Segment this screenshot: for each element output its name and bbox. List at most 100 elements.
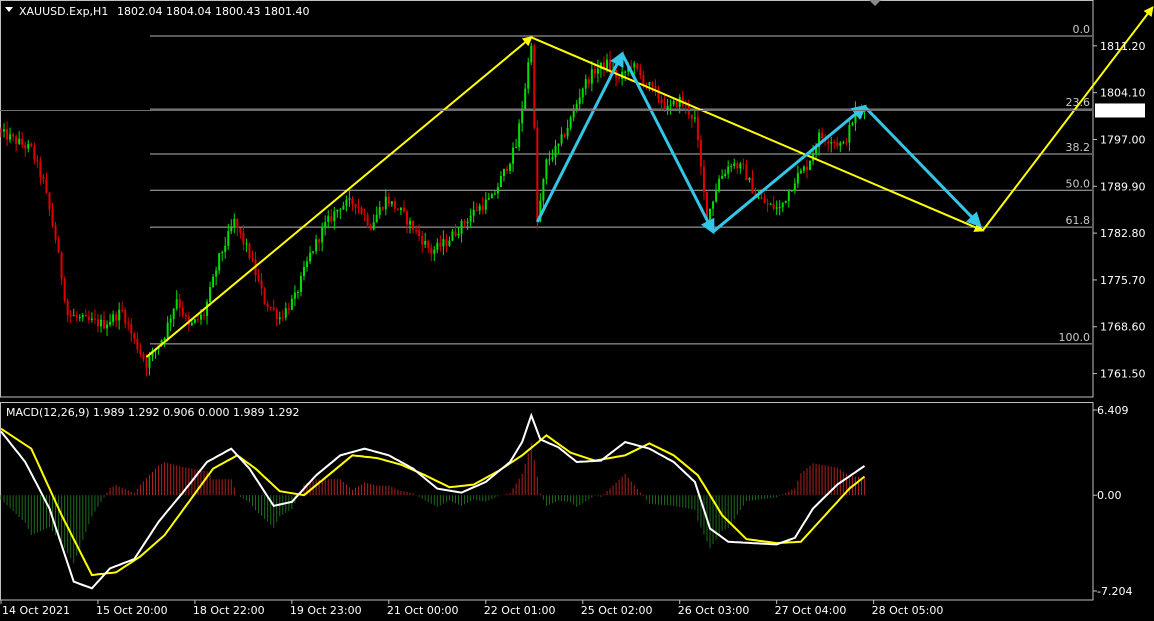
candle-body [190, 322, 193, 326]
candle-body [742, 163, 745, 165]
candle-body [472, 209, 475, 216]
candle-body [836, 142, 839, 146]
candle-body [84, 314, 87, 317]
candle-body [303, 267, 305, 277]
candle-body [718, 178, 721, 192]
time-tick-label: 21 Oct 00:00 [387, 604, 459, 617]
candle-body [666, 105, 669, 110]
candle-body [166, 322, 169, 338]
candle-body [60, 252, 63, 279]
candle-body [548, 159, 551, 161]
candle-body [133, 333, 136, 339]
candle-body [533, 45, 536, 128]
price-tick-label: 1797.00 [1100, 133, 1146, 146]
candle-body [396, 208, 399, 211]
candle-body [6, 129, 9, 140]
candle-body [596, 68, 599, 74]
candle-body [360, 207, 363, 214]
time-tick-label: 28 Oct 05:00 [872, 604, 944, 617]
candle-body [827, 141, 830, 144]
candle-body [75, 315, 78, 317]
candle-body [509, 163, 512, 171]
candle-body [566, 127, 569, 137]
candle-body [657, 88, 660, 100]
candle-body [72, 315, 75, 317]
candle-body [260, 280, 263, 289]
candle-body [387, 196, 390, 205]
candle-body [660, 99, 663, 104]
symbol-title: XAUUSD.Exp,H1 [19, 5, 108, 18]
candle-body [263, 288, 266, 304]
chart-area[interactable]: 0.023.638.250.061.8100.0 1811.201804.101… [0, 0, 1154, 621]
candle-body [833, 142, 836, 144]
candle-body [493, 193, 496, 195]
time-tick-label: 19 Oct 23:00 [290, 604, 362, 617]
candle-body [184, 315, 187, 317]
candle-body [299, 276, 302, 292]
candle-body [402, 207, 405, 212]
candle-body [696, 117, 699, 141]
candle-body [518, 123, 521, 147]
candle-body [733, 163, 736, 166]
candle-body [715, 191, 718, 202]
candle-body [454, 231, 457, 236]
fib-level-label: 0.0 [1073, 23, 1091, 36]
candle-body [342, 205, 345, 210]
candle-body [581, 88, 584, 98]
candle-body [51, 209, 54, 226]
candle-body [281, 317, 284, 319]
candle-body [575, 103, 578, 111]
price-tick-label: 1768.60 [1100, 321, 1146, 334]
candle-body [178, 299, 181, 308]
candle-body [642, 75, 645, 85]
candle-body [230, 227, 233, 232]
candle-body [181, 307, 184, 316]
candle-body [651, 82, 654, 87]
candle-body [66, 300, 69, 316]
candle-body [33, 146, 36, 160]
fib-level-label: 50.0 [1066, 177, 1091, 190]
candle-body [390, 201, 393, 205]
candle-body [333, 211, 336, 222]
candle-body [381, 207, 384, 210]
candle-body [487, 198, 490, 200]
candle-body [663, 103, 666, 110]
candle-body [845, 142, 848, 144]
candle-body [439, 242, 442, 247]
candle-body [751, 177, 754, 194]
candle-body [778, 207, 781, 209]
candle-body [206, 302, 209, 316]
candle-body [442, 239, 445, 247]
candle-body [269, 307, 272, 309]
candle-body [593, 69, 596, 74]
candle-body [793, 183, 796, 191]
candle-body [366, 215, 369, 226]
candle-body [684, 105, 687, 107]
candle-body [318, 239, 321, 243]
candle-body [27, 143, 30, 149]
candle-body [839, 142, 842, 146]
time-tick-label: 27 Oct 04:00 [775, 604, 847, 617]
candle-body [221, 252, 224, 254]
candle-body [712, 201, 715, 209]
candle-body [463, 221, 466, 224]
candle-body [763, 198, 766, 204]
candle-body [169, 318, 172, 323]
candle-body [345, 199, 348, 206]
candle-body [542, 179, 545, 201]
candle-body [809, 160, 812, 170]
candle-body [39, 160, 42, 178]
candle-body [227, 231, 230, 246]
candle-body [484, 199, 487, 210]
candle-body [584, 79, 587, 89]
candle-body [87, 316, 90, 320]
candle-body [248, 243, 251, 259]
candle-body [727, 166, 730, 174]
candle-body [781, 202, 784, 208]
candle-body [618, 77, 621, 79]
candle-body [409, 220, 412, 225]
candle-body [257, 275, 260, 281]
candle-body [512, 147, 515, 164]
candle-body [9, 134, 12, 140]
candle-body [112, 314, 115, 322]
